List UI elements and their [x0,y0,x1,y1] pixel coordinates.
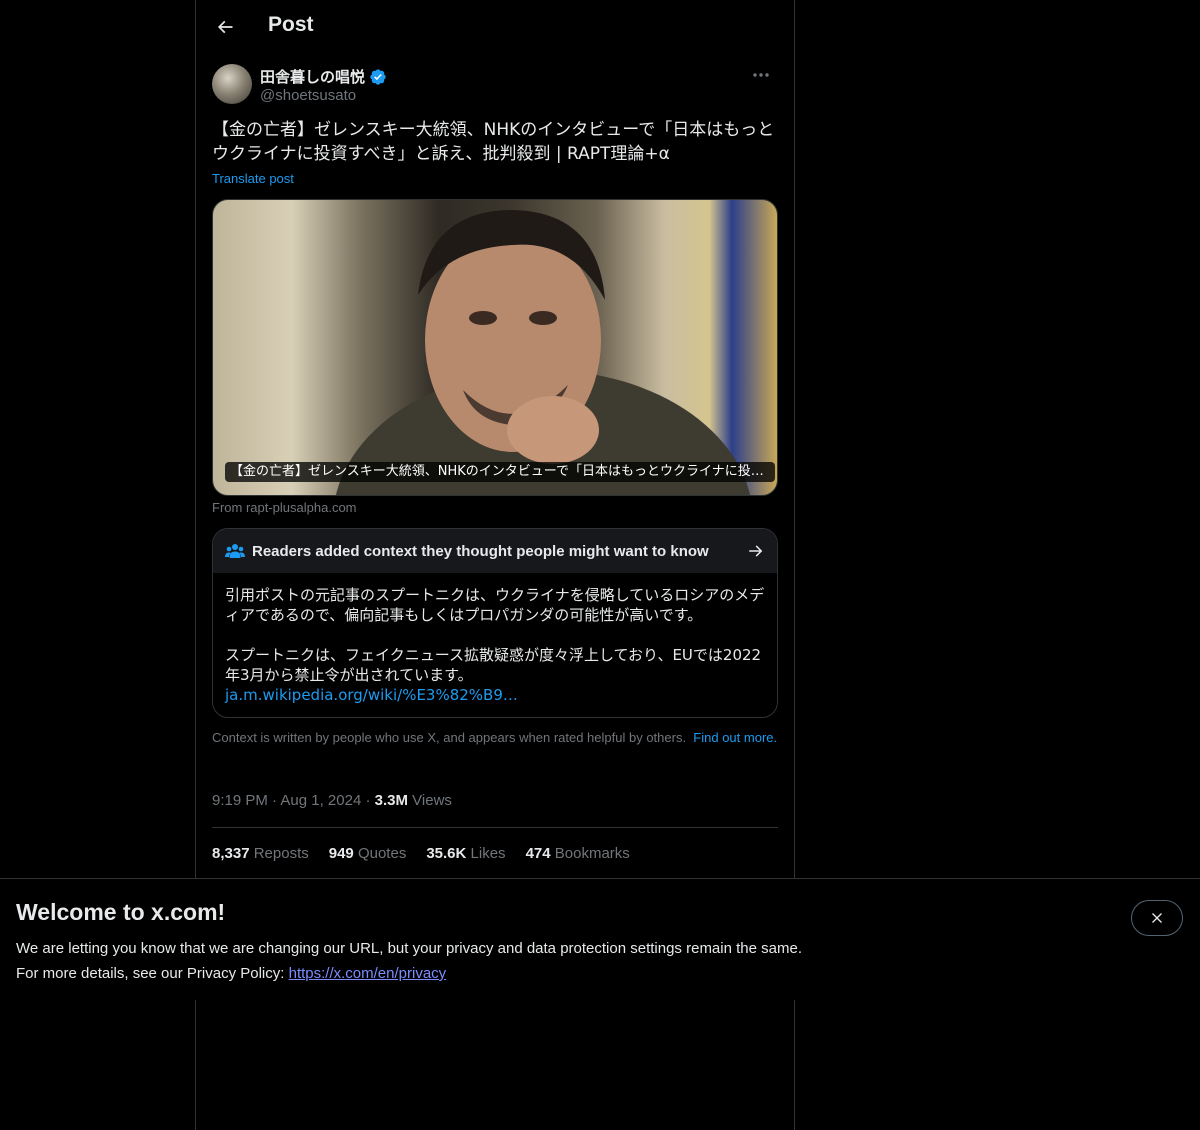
community-note: Readers added context they thought peopl… [212,528,778,718]
note-paragraph: 引用ポストの元記事のスプートニクは、ウクライナを侵略しているロシアのメディアであ… [225,586,765,624]
banner-text: We are letting you know that we are chan… [16,936,802,986]
quotes-stat[interactable]: 949 Quotes [329,845,407,862]
views-label: Views [412,792,452,809]
reposts-stat[interactable]: 8,337 Reposts [212,845,309,862]
portrait-photo [335,210,751,495]
link-card-image[interactable]: 【金の亡者】ゼレンスキー大統領、NHKのインタビューで「日本はもっとウクライナに… [212,199,778,496]
views-count: 3.3M [374,792,408,809]
top-bar: Post [196,0,794,54]
source-domain-link[interactable]: From rapt-plusalpha.com [212,500,357,515]
divider [212,827,778,828]
note-disclaimer-text: Context is written by people who use X, … [212,730,687,745]
people-icon [225,544,245,558]
post-text: 【金の亡者】ゼレンスキー大統領、NHKのインタビューで「日本はもっとウクライナに… [212,120,775,164]
verified-badge-icon [370,68,386,85]
privacy-policy-link[interactable]: https://x.com/en/privacy [289,965,447,982]
banner-title: Welcome to x.com! [16,899,226,925]
more-dots-icon [753,73,769,77]
community-note-title: Readers added context they thought peopl… [252,543,709,560]
note-disclaimer: Context is written by people who use X, … [212,730,778,746]
author-handle[interactable]: @shoetsusato [260,87,356,104]
bookmarks-stat[interactable]: 474 Bookmarks [526,845,630,862]
community-note-body: 引用ポストの元記事のスプートニクは、ウクライナを侵略しているロシアのメディアであ… [225,585,770,705]
post-date[interactable]: Aug 1, 2024 [280,792,361,809]
url-change-banner: Welcome to x.com! We are letting you kno… [0,878,1200,1000]
avatar[interactable] [212,64,252,104]
note-source-link[interactable]: ja.m.wikipedia.org/wiki/%E3%82%B9… [225,686,518,704]
arrow-right-icon [749,545,763,557]
banner-line: For more details, see our Privacy Policy… [16,965,447,982]
back-arrow-icon [217,20,233,34]
banner-line: We are letting you know that we are chan… [16,940,802,957]
display-name: 田舎暮しの唱悦 [260,69,366,86]
author-name-link[interactable]: 田舎暮しの唱悦 [260,66,387,87]
engagement-stats: 8,337 Reposts 949 Quotes 35.6K Likes 474… [212,845,630,862]
media-caption: 【金の亡者】ゼレンスキー大統領、NHKのインタビューで「日本はもっとウクライナに… [225,462,775,482]
banner-close-button[interactable] [1131,900,1183,936]
community-note-header[interactable]: Readers added context they thought peopl… [213,529,777,573]
post-metadata: 9:19 PM · Aug 1, 2024 · 3.3M Views [212,792,452,809]
note-paragraph: スプートニクは、フェイクニュース拡散疑惑が度々浮上しており、EUでは2022年3… [225,646,762,684]
back-button[interactable] [208,10,242,44]
page-title: Post [268,13,314,36]
translate-post-link[interactable]: Translate post [212,171,294,186]
post-author: 田舎暮しの唱悦 @shoetsusato [212,64,778,106]
likes-stat[interactable]: 35.6K Likes [426,845,505,862]
close-icon [1152,913,1162,923]
post-time[interactable]: 9:19 PM [212,792,268,809]
find-out-more-link[interactable]: Find out more. [693,730,777,745]
more-options-button[interactable] [744,64,778,86]
